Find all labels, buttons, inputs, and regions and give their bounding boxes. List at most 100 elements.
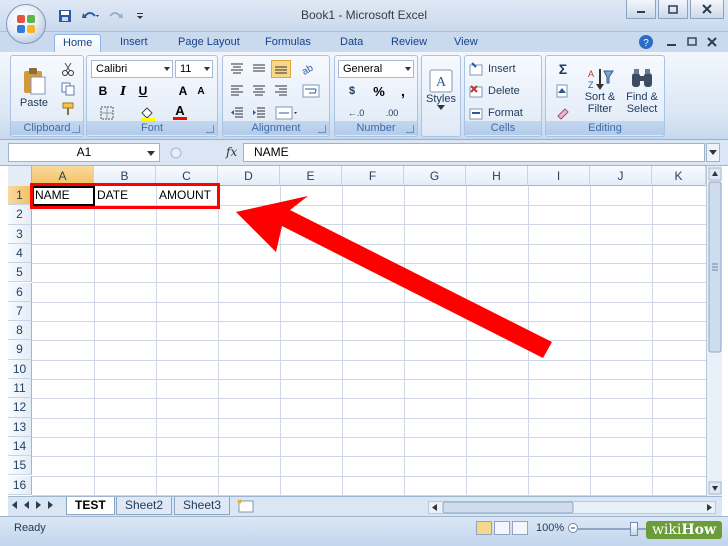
tab-formulas[interactable]: Formulas bbox=[257, 34, 319, 52]
zoom-slider-thumb[interactable] bbox=[630, 522, 638, 536]
sheet-tab-sheet2[interactable]: Sheet2 bbox=[116, 497, 173, 515]
alignment-launcher-icon[interactable] bbox=[318, 125, 326, 133]
filter-label: Filter bbox=[587, 103, 613, 115]
svg-text:ab: ab bbox=[301, 62, 316, 76]
fill-color-icon[interactable] bbox=[131, 104, 165, 122]
insert-sheet-icon[interactable] bbox=[236, 499, 258, 514]
status-bar: Ready 100% bbox=[0, 516, 728, 546]
binoculars-icon bbox=[632, 69, 652, 87]
insert-function-icon[interactable]: fx bbox=[226, 145, 237, 159]
help-icon[interactable]: ? bbox=[638, 34, 654, 50]
decrease-decimal-button[interactable]: .00 bbox=[375, 104, 409, 122]
font-launcher-icon[interactable] bbox=[206, 125, 214, 133]
next-sheet-icon[interactable] bbox=[36, 501, 41, 509]
worksheet-grid[interactable]: A B C D E F G H I J K 1 2 3 4 5 6 7 8 9 … bbox=[8, 166, 706, 496]
format-cells-label: Format bbox=[488, 107, 523, 119]
fill-icon[interactable] bbox=[550, 82, 576, 100]
formula-input[interactable]: NAME bbox=[243, 143, 705, 162]
zoom-out-icon[interactable] bbox=[568, 522, 578, 534]
comma-button[interactable]: , bbox=[393, 82, 413, 100]
name-box[interactable]: A1 bbox=[8, 143, 160, 162]
insert-cells-label: Insert bbox=[488, 63, 516, 75]
close-icon[interactable] bbox=[690, 0, 724, 19]
insert-cells-button[interactable]: Insert bbox=[469, 60, 539, 78]
orientation-icon[interactable]: ab bbox=[297, 60, 325, 78]
align-left-icon[interactable] bbox=[227, 82, 247, 100]
currency-button[interactable]: $ bbox=[339, 82, 365, 100]
normal-view-icon[interactable] bbox=[476, 521, 492, 535]
delete-cells-label: Delete bbox=[488, 85, 520, 97]
tab-page-layout[interactable]: Page Layout bbox=[170, 34, 248, 52]
tab-view[interactable]: View bbox=[446, 34, 486, 52]
find-select-button[interactable]: Find & Select bbox=[622, 60, 662, 122]
font-group: Calibri 11 B I U A A A Font bbox=[86, 55, 218, 137]
formula-bar-resize-icon[interactable] bbox=[170, 144, 182, 162]
office-button[interactable] bbox=[6, 4, 46, 44]
styles-icon: A bbox=[429, 69, 453, 93]
borders-icon[interactable] bbox=[93, 104, 123, 122]
increase-decimal-button[interactable]: ←.0 bbox=[339, 104, 373, 122]
paste-button[interactable]: Paste bbox=[17, 60, 51, 116]
number-group: General $ % , ←.0 .00 Number bbox=[334, 55, 418, 137]
wrap-text-icon[interactable] bbox=[297, 82, 325, 100]
align-center-icon[interactable] bbox=[249, 82, 269, 100]
merge-center-icon[interactable] bbox=[271, 104, 301, 122]
ribbon-minimize-icon[interactable] bbox=[664, 34, 680, 50]
page-break-view-icon[interactable] bbox=[512, 521, 528, 535]
cut-icon[interactable] bbox=[57, 60, 79, 78]
tab-review[interactable]: Review bbox=[383, 34, 435, 52]
horizontal-scrollbar[interactable] bbox=[428, 501, 716, 514]
clipboard-launcher-icon[interactable] bbox=[72, 125, 80, 133]
tab-insert[interactable]: Insert bbox=[112, 34, 156, 52]
workbook-close-icon[interactable] bbox=[704, 34, 720, 50]
minimize-icon[interactable] bbox=[626, 0, 656, 19]
zoom-level[interactable]: 100% bbox=[536, 522, 564, 534]
first-sheet-icon[interactable] bbox=[12, 501, 17, 509]
clear-icon[interactable] bbox=[550, 104, 576, 122]
align-right-icon[interactable] bbox=[271, 82, 291, 100]
styles-button[interactable]: A Styles bbox=[424, 60, 458, 120]
align-middle-icon[interactable] bbox=[249, 60, 269, 78]
font-name-combo[interactable]: Calibri bbox=[91, 60, 173, 78]
number-group-label: Number bbox=[335, 121, 417, 135]
vertical-scrollbar[interactable] bbox=[706, 166, 722, 496]
format-cells-icon bbox=[469, 108, 483, 120]
copy-icon[interactable] bbox=[57, 80, 79, 98]
svg-text:A: A bbox=[436, 75, 447, 90]
number-launcher-icon[interactable] bbox=[406, 125, 414, 133]
font-size-combo[interactable]: 11 bbox=[175, 60, 213, 78]
sheet-tab-test[interactable]: TEST bbox=[66, 497, 115, 515]
paste-icon bbox=[24, 68, 46, 95]
percent-button[interactable]: % bbox=[369, 82, 389, 100]
format-cells-button[interactable]: Format bbox=[469, 104, 539, 122]
italic-button[interactable]: I bbox=[113, 82, 133, 100]
alignment-group: ab Alignment bbox=[222, 55, 330, 137]
page-layout-view-icon[interactable] bbox=[494, 521, 510, 535]
ribbon-restore-icon[interactable] bbox=[684, 34, 700, 50]
expand-formula-bar-icon[interactable] bbox=[706, 143, 720, 162]
underline-button[interactable]: U bbox=[133, 82, 153, 100]
last-sheet-icon[interactable] bbox=[48, 501, 53, 509]
bold-button[interactable]: B bbox=[93, 82, 113, 100]
sort-filter-button[interactable]: AZ Sort & Filter bbox=[580, 60, 620, 122]
office-logo-icon bbox=[17, 15, 36, 34]
prev-sheet-icon[interactable] bbox=[24, 501, 29, 509]
sheet-tab-sheet3[interactable]: Sheet3 bbox=[174, 497, 231, 515]
increase-indent-icon[interactable] bbox=[249, 104, 269, 122]
align-bottom-icon[interactable] bbox=[271, 60, 291, 78]
tab-home[interactable]: Home bbox=[54, 34, 102, 52]
restore-icon[interactable] bbox=[658, 0, 688, 19]
tab-data[interactable]: Data bbox=[332, 34, 371, 52]
shrink-font-button[interactable]: A bbox=[191, 82, 211, 100]
font-color-button[interactable]: A bbox=[165, 102, 195, 122]
format-painter-icon[interactable] bbox=[57, 100, 79, 118]
autosum-button[interactable]: Σ bbox=[550, 60, 576, 78]
alignment-group-label: Alignment bbox=[223, 121, 329, 135]
number-format-combo[interactable]: General bbox=[338, 60, 414, 78]
delete-cells-button[interactable]: Delete bbox=[469, 82, 539, 100]
grow-font-button[interactable]: A bbox=[173, 82, 193, 100]
red-arrow-icon bbox=[236, 196, 552, 358]
decrease-indent-icon[interactable] bbox=[227, 104, 247, 122]
paste-label: Paste bbox=[19, 97, 49, 109]
align-top-icon[interactable] bbox=[227, 60, 247, 78]
